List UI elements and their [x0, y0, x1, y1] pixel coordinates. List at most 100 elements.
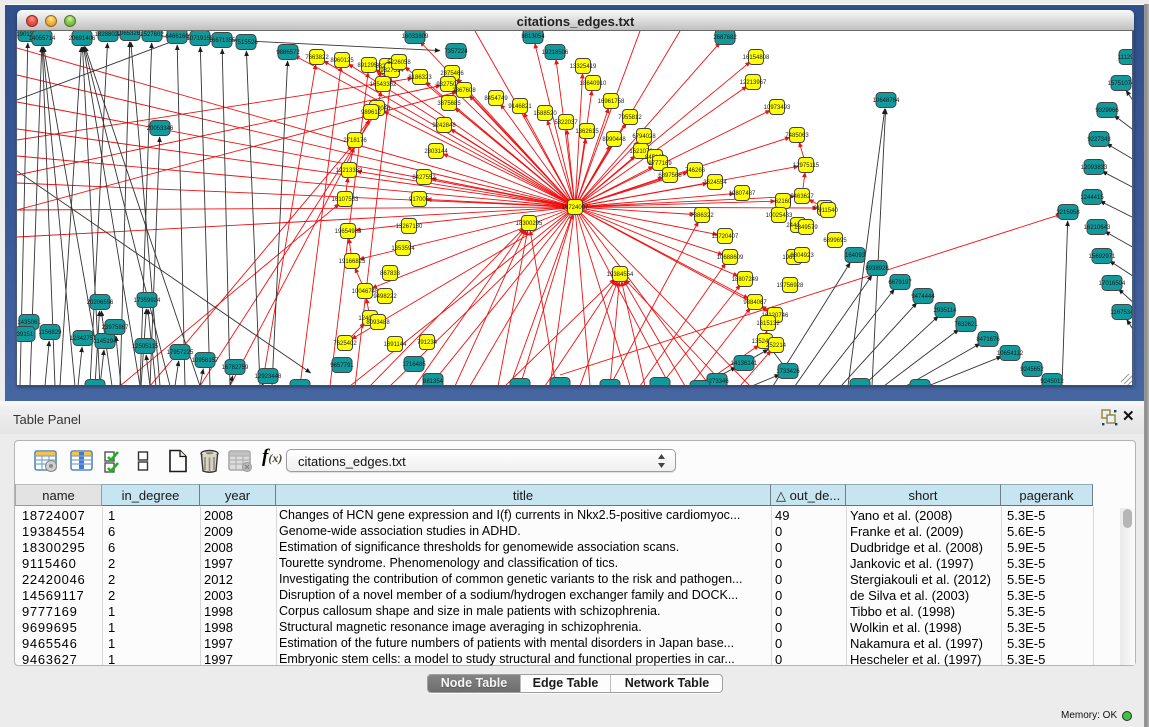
svg-text:9146821: 9146821	[508, 104, 532, 110]
svg-text:746266: 746266	[685, 168, 706, 174]
svg-text:10973493: 10973493	[764, 105, 791, 111]
svg-text:2935114: 2935114	[934, 308, 958, 314]
svg-text:23975867: 23975867	[102, 325, 129, 331]
svg-text:39151: 39151	[17, 332, 34, 338]
svg-text:1167534: 1167534	[1111, 310, 1133, 316]
svg-text:19756928: 19756928	[777, 283, 804, 289]
svg-text:18640910: 18640910	[580, 81, 607, 87]
svg-text:7632621: 7632621	[954, 322, 978, 328]
svg-text:12505115: 12505115	[132, 344, 159, 350]
svg-text:13325419: 13325419	[570, 64, 597, 70]
svg-text:10654112: 10654112	[997, 351, 1024, 357]
svg-text:2803144: 2803144	[424, 149, 448, 155]
svg-text:3215958: 3215958	[1056, 210, 1080, 216]
svg-text:18807249: 18807249	[732, 277, 759, 283]
svg-text:9245012: 9245012	[1040, 379, 1064, 385]
svg-text:16782759: 16782759	[222, 365, 249, 371]
svg-text:911540: 911540	[818, 208, 838, 214]
svg-text:7663822: 7663822	[305, 55, 329, 61]
svg-text:10025433: 10025433	[766, 213, 793, 219]
svg-text:917006: 917006	[409, 197, 430, 203]
svg-text:881354: 881354	[423, 379, 444, 385]
svg-text:8471676: 8471676	[976, 337, 1000, 343]
svg-text:989612: 989612	[361, 110, 382, 116]
svg-text:5226058: 5226058	[387, 60, 411, 66]
svg-text:15720407: 15720407	[712, 234, 739, 240]
svg-text:16671355: 16671355	[209, 38, 236, 44]
svg-text:9227343: 9227343	[1087, 137, 1111, 143]
svg-text:1244415: 1244415	[1080, 195, 1104, 201]
svg-text:8813054: 8813054	[521, 34, 545, 40]
svg-text:6679197: 6679197	[888, 280, 912, 286]
svg-text:9886572: 9886572	[276, 50, 300, 56]
svg-text:252214: 252214	[766, 343, 787, 349]
svg-text:3624554: 3624554	[703, 180, 727, 186]
svg-text:12923448: 12923448	[255, 374, 282, 380]
svg-text:12975115: 12975115	[793, 163, 820, 169]
svg-text:19384554: 19384554	[607, 272, 634, 278]
svg-text:9242848: 9242848	[432, 123, 456, 129]
svg-text:16107553: 16107553	[332, 197, 359, 203]
svg-text:1527602: 1527602	[140, 32, 164, 38]
svg-text:9777169: 9777169	[648, 161, 672, 167]
svg-text:1716485: 1716485	[402, 362, 426, 368]
svg-text:7386322: 7386322	[690, 213, 714, 219]
svg-text:1691144: 1691144	[384, 342, 408, 348]
svg-text:18300295: 18300295	[516, 221, 543, 227]
svg-text:12093833: 12093833	[1081, 165, 1108, 171]
svg-text:20053346: 20053346	[147, 126, 174, 132]
svg-text:1353594: 1353594	[391, 246, 415, 252]
svg-text:12213383: 12213383	[336, 168, 363, 174]
svg-text:12213967: 12213967	[740, 80, 767, 86]
svg-text:5322037: 5322037	[554, 120, 578, 126]
svg-text:9463627: 9463627	[790, 194, 814, 200]
svg-text:17957225: 17957225	[167, 350, 194, 356]
svg-text:8454749: 8454749	[484, 96, 508, 102]
svg-text:1435061: 1435061	[17, 320, 41, 326]
svg-text:1112954: 1112954	[1118, 55, 1133, 61]
svg-text:16543362: 16543362	[370, 82, 397, 88]
svg-text:8427552: 8427552	[412, 175, 436, 181]
svg-text:9329966: 9329966	[1095, 108, 1119, 114]
svg-text:2718176: 2718176	[343, 138, 367, 144]
svg-text:2867608: 2867608	[452, 88, 476, 94]
svg-text:10688609: 10688609	[717, 255, 744, 261]
svg-text:14055714: 14055714	[29, 36, 56, 42]
svg-text:13267130: 13267130	[396, 224, 423, 230]
svg-text:9498222: 9498222	[373, 294, 397, 300]
svg-text:1156829: 1156829	[39, 330, 63, 336]
svg-text:19166825: 19166825	[339, 259, 366, 265]
svg-text:14136141: 14136141	[731, 361, 758, 367]
svg-text:17016504: 17016504	[1099, 281, 1126, 287]
svg-text:8938928: 8938928	[865, 266, 889, 272]
svg-text:1615132: 1615132	[756, 321, 780, 327]
svg-text:9657791: 9657791	[330, 363, 354, 369]
svg-text:15692971: 15692971	[1089, 254, 1116, 260]
svg-text:19654983: 19654983	[335, 229, 362, 235]
svg-text:16154808: 16154808	[743, 55, 770, 61]
svg-text:2687682: 2687682	[713, 35, 737, 41]
svg-text:7955812: 7955812	[618, 115, 642, 121]
svg-text:6794028: 6794028	[632, 134, 656, 140]
svg-text:16033809: 16033809	[402, 34, 429, 40]
svg-text:10648784: 10648784	[873, 98, 900, 104]
svg-text:20691406: 20691406	[69, 36, 96, 42]
svg-text:10958157: 10958157	[192, 358, 219, 364]
svg-text:791234: 791234	[417, 340, 438, 346]
svg-text:1733426: 1733426	[776, 369, 800, 375]
svg-text:16961758: 16961758	[598, 99, 625, 105]
svg-text:8186323: 8186323	[408, 75, 432, 81]
svg-text:867833: 867833	[380, 271, 401, 277]
svg-text:18724007: 18724007	[562, 205, 589, 211]
svg-text:8804923: 8804923	[790, 253, 814, 259]
svg-text:9884067: 9884067	[743, 300, 767, 306]
svg-text:10807487: 10807487	[729, 191, 756, 197]
svg-text:6899695: 6899695	[823, 238, 847, 244]
svg-text:9474444: 9474444	[911, 294, 935, 300]
svg-text:7357224: 7357224	[444, 49, 468, 55]
svg-text:6897568: 6897568	[658, 173, 682, 179]
svg-text:15751074: 15751074	[1108, 81, 1133, 87]
svg-text:1588520: 1588520	[533, 111, 557, 117]
svg-text:8960125: 8960125	[330, 58, 354, 64]
svg-text:8990448: 8990448	[602, 137, 626, 143]
